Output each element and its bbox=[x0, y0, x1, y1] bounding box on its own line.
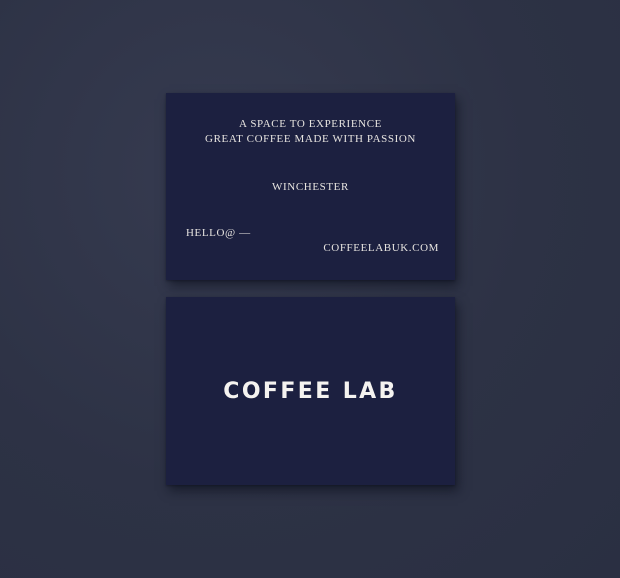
tagline-line-1: A SPACE TO EXPERIENCE bbox=[239, 118, 382, 130]
business-card-back: A SPACE TO EXPERIENCE GREAT COFFEE MADE … bbox=[166, 93, 455, 280]
brand-logo-text: COFFEE LAB bbox=[223, 379, 398, 404]
business-card-front: COFFEE LAB bbox=[166, 297, 455, 485]
website-address: COFFEELABUK.COM bbox=[323, 242, 439, 254]
city-name: WINCHESTER bbox=[272, 181, 349, 193]
tagline-line-2: GREAT COFFEE MADE WITH PASSION bbox=[205, 133, 416, 145]
email-prefix: HELLO@ — bbox=[186, 227, 251, 239]
